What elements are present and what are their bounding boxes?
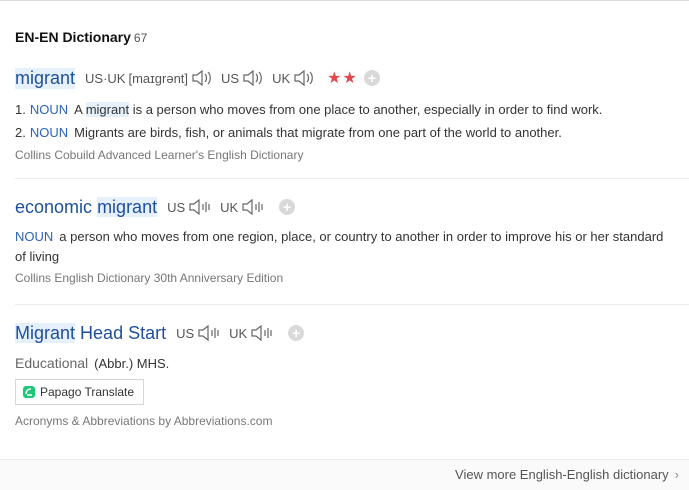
source-label: Collins English Dictionary 30th Annivers… <box>15 271 284 285</box>
category-row: Educational (Abbr.) MHS. <box>15 355 675 371</box>
uk-label: UK <box>229 325 248 341</box>
entry-divider <box>15 304 689 305</box>
dictionary-header: EN-EN Dictionary 67 <box>15 29 147 45</box>
frequency-stars: ★★ <box>327 70 358 87</box>
highlighted-word: migrant <box>85 102 130 117</box>
top-divider <box>0 0 689 1</box>
source-label: Acronyms & Abbreviations by Abbreviation… <box>15 414 273 428</box>
chevron-right-icon: › <box>674 467 679 482</box>
plus-icon[interactable]: + <box>363 70 380 86</box>
part-of-speech: NOUN <box>15 229 54 244</box>
entry-head: economic migrant US UK + <box>15 195 675 219</box>
speaker-icon[interactable] <box>188 198 212 216</box>
headword-part: Head Start <box>80 322 167 343</box>
us-label: US <box>221 70 240 86</box>
speaker-icon[interactable] <box>191 69 213 87</box>
view-more-link[interactable]: View more English-English dictionary › <box>455 467 679 482</box>
phonetic-text: [maɪgrənt] <box>128 70 189 86</box>
headword-highlight: Migrant <box>15 322 76 343</box>
pronunciation-group: US UK <box>167 198 273 216</box>
entry-economic-migrant: economic migrant US UK + NOUN a person wh… <box>15 195 675 285</box>
definition-text: a person who moves from one region, plac… <box>15 229 664 264</box>
definition-text: is a person who moves from one place to … <box>132 102 603 117</box>
part-of-speech: NOUN <box>29 125 69 140</box>
definition-list: NOUN a person who moves from one region, … <box>15 227 675 267</box>
view-more-label: View more English-English dictionary <box>455 467 669 482</box>
headword-link[interactable]: migrant <box>15 67 76 89</box>
speaker-icon[interactable] <box>293 69 315 87</box>
papago-label: Papago Translate <box>40 385 135 399</box>
category-label: Educational <box>15 355 89 371</box>
headword-highlight: migrant <box>97 196 158 217</box>
us-label: US <box>167 199 186 215</box>
entry-migrant-head-start: Migrant Head Start US UK + Educational (A… <box>15 321 675 428</box>
pronunciation-group: US·UK [maɪgrənt] US UK <box>85 69 323 87</box>
plus-icon[interactable]: + <box>288 325 305 341</box>
headword-part: economic <box>15 196 93 217</box>
pronunciation-group: US UK <box>176 324 282 342</box>
papago-logo-icon <box>23 386 35 398</box>
definition-item: 1. NOUN A migrant is a person who moves fr… <box>15 98 675 121</box>
source-label: Collins Cobuild Advanced Learner's Engli… <box>15 148 304 162</box>
result-count: 67 <box>133 31 148 45</box>
definition-list: 1. NOUN A migrant is a person who moves fr… <box>15 98 675 144</box>
entry-migrant: migrant US·UK [maɪgrənt] US UK ★★ + 1. NO… <box>15 66 675 162</box>
definition-number: 1. <box>15 102 26 117</box>
speaker-icon[interactable] <box>197 324 221 342</box>
headword-link[interactable]: economic migrant <box>15 196 158 218</box>
speaker-icon[interactable] <box>242 69 264 87</box>
plus-icon[interactable]: + <box>279 199 296 215</box>
headword-link[interactable]: Migrant Head Start <box>15 322 167 344</box>
part-of-speech: NOUN <box>29 102 69 117</box>
speaker-icon[interactable] <box>250 324 274 342</box>
dictionary-title: EN-EN Dictionary <box>15 29 131 45</box>
definition-text: Migrants are birds, fish, or animals tha… <box>74 125 562 140</box>
entry-head: Migrant Head Start US UK + <box>15 321 675 345</box>
entry-head: migrant US·UK [maɪgrənt] US UK ★★ + <box>15 66 675 90</box>
papago-translate-button[interactable]: Papago Translate <box>15 379 145 405</box>
definition-item: 2. NOUN Migrants are birds, fish, or anima… <box>15 121 675 144</box>
abbreviation-text: (Abbr.) MHS. <box>94 356 170 371</box>
uk-label: UK <box>220 199 239 215</box>
uk-label: UK <box>272 70 291 86</box>
footer-bar: View more English-English dictionary › <box>0 459 689 490</box>
entry-divider <box>15 178 689 179</box>
definition-text: A <box>74 102 83 117</box>
speaker-icon[interactable] <box>241 198 265 216</box>
pron-region-label: US·UK <box>85 70 126 86</box>
definition-item: NOUN a person who moves from one region, … <box>15 227 675 267</box>
definition-number: 2. <box>15 125 26 140</box>
us-label: US <box>176 325 195 341</box>
